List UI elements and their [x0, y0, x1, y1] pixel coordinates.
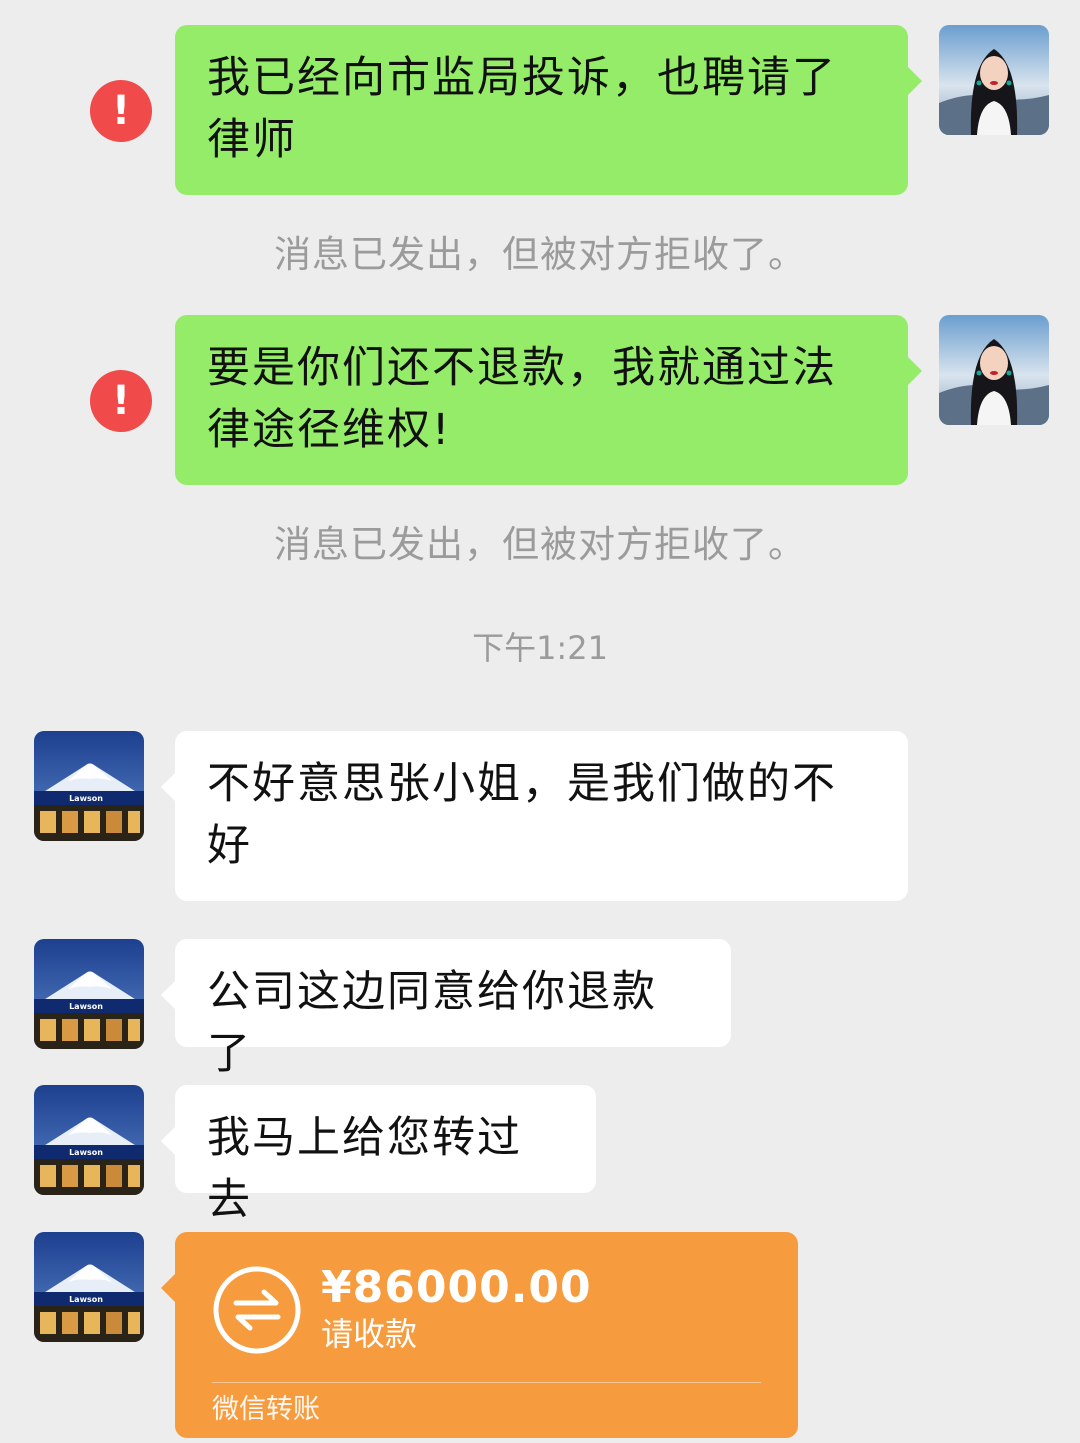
transfer-divider	[212, 1382, 761, 1383]
contact-avatar[interactable]: Lawson	[34, 1085, 144, 1195]
chat-timestamp: 下午1:21	[472, 629, 608, 667]
transfer-status: 请收款	[321, 1315, 418, 1353]
contact-avatar[interactable]: Lawson	[34, 1232, 144, 1342]
lawson-store-sign: Lawson	[69, 1002, 103, 1011]
self-avatar[interactable]	[939, 25, 1049, 135]
lawson-mountain-image: Lawson	[34, 939, 144, 1049]
received-message-bubble[interactable]: 公司这边同意给你退款了	[161, 939, 731, 1079]
transfer-arrows-icon	[212, 1265, 302, 1355]
transfer-amount: ¥86000.00	[321, 1262, 592, 1313]
sent-message-bubble[interactable]: 我已经向市监局投诉，也聘请了律师	[175, 25, 922, 195]
lawson-mountain-image: Lawson	[34, 731, 144, 841]
lawson-store-sign: Lawson	[69, 1148, 103, 1157]
received-message-bubble[interactable]: 不好意思张小姐，是我们做的不好	[161, 731, 908, 901]
lawson-store-sign: Lawson	[69, 794, 103, 803]
send-failed-icon[interactable]: !	[90, 80, 152, 142]
wechat-transfer-card[interactable]: ¥86000.00 请收款 微信转账	[161, 1232, 798, 1438]
sent-message-bubble[interactable]: 要是你们还不退款，我就通过法律途径维权!	[175, 315, 922, 485]
message-rejected-notice: 消息已发出，但被对方拒收了。	[274, 233, 806, 276]
self-avatar[interactable]	[939, 315, 1049, 425]
send-failed-icon[interactable]: !	[90, 370, 152, 432]
lawson-mountain-image: Lawson	[34, 1232, 144, 1342]
message-rejected-notice: 消息已发出，但被对方拒收了。	[274, 523, 806, 566]
lawson-store-sign: Lawson	[69, 1295, 103, 1304]
transfer-footer-label: 微信转账	[212, 1394, 320, 1425]
woman-portrait-image	[939, 315, 1049, 425]
message-text: 我已经向市监局投诉，也聘请了律师	[207, 53, 837, 165]
message-text: 公司这边同意给你退款了	[207, 967, 657, 1079]
message-text: 我马上给您转过去	[207, 1113, 522, 1225]
lawson-mountain-image: Lawson	[34, 1085, 144, 1195]
contact-avatar[interactable]: Lawson	[34, 939, 144, 1049]
received-message-bubble[interactable]: 我马上给您转过去	[161, 1085, 596, 1225]
woman-portrait-image	[939, 25, 1049, 135]
message-text: 要是你们还不退款，我就通过法律途径维权!	[207, 343, 837, 455]
contact-avatar[interactable]: Lawson	[34, 731, 144, 841]
message-text: 不好意思张小姐，是我们做的不好	[207, 759, 837, 871]
